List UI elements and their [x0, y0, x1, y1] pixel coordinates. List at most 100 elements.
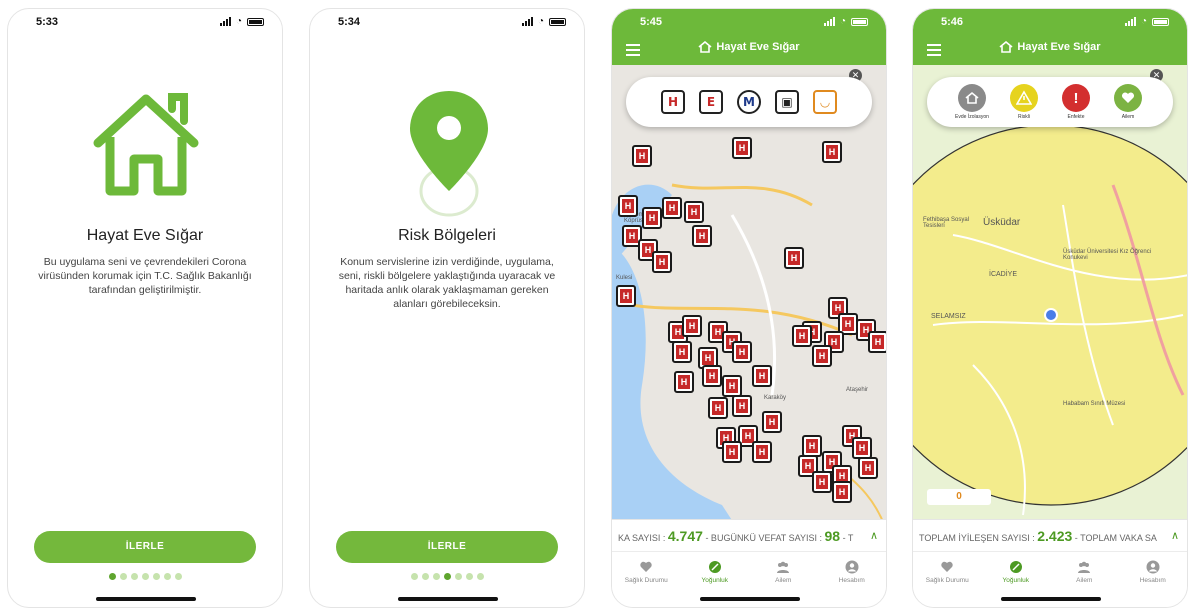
status-time: 5:46: [941, 16, 964, 28]
next-button[interactable]: İLERLE: [336, 531, 558, 563]
bus-icon[interactable]: ▣: [775, 90, 799, 114]
page-dot[interactable]: [163, 573, 171, 580]
hospital-marker-icon[interactable]: [616, 285, 636, 307]
hospital-marker-icon[interactable]: [642, 207, 662, 229]
hospital-marker-icon[interactable]: [662, 197, 682, 219]
map-background: [913, 124, 1187, 516]
page-dot[interactable]: [432, 573, 440, 580]
hospital-marker-icon[interactable]: [722, 375, 742, 397]
next-button[interactable]: İLERLE: [34, 531, 256, 563]
signal-icon: [1124, 17, 1136, 26]
map-label: Ataşehir: [846, 387, 869, 393]
page-title: Hayat Eve Sığar: [86, 227, 204, 244]
user-icon: [845, 560, 859, 574]
risk-map-screen: 5:46 ◔ Hayat Eve Sığar Üsküdar Fethibaşa…: [912, 8, 1188, 608]
hospital-marker-icon[interactable]: [868, 331, 886, 353]
group-icon: [777, 561, 790, 573]
page-indicator[interactable]: [8, 573, 282, 580]
pharmacy-e-icon[interactable]: E: [699, 90, 723, 114]
hospital-marker-icon[interactable]: [732, 341, 752, 363]
ticker-value: 4.747: [667, 528, 703, 544]
hospital-marker-icon[interactable]: [792, 325, 812, 347]
logo-icon: [999, 41, 1013, 53]
hospital-marker-icon[interactable]: [684, 201, 704, 223]
app-title-text: Hayat Eve Sığar: [716, 41, 800, 53]
category-risky[interactable]: Riskli: [1000, 84, 1048, 120]
page-dot[interactable]: [410, 573, 418, 580]
hospital-marker-icon[interactable]: [752, 365, 772, 387]
metro-icon[interactable]: M: [737, 90, 761, 114]
category-label: Enfekte: [1067, 114, 1085, 120]
hospital-marker-icon[interactable]: [692, 225, 712, 247]
page-dot[interactable]: [476, 573, 484, 580]
page-indicator[interactable]: [310, 573, 584, 580]
page-description: Bu uygulama seni ve çevrendekileri Coron…: [38, 256, 252, 296]
category-family[interactable]: Ailem: [1104, 84, 1152, 120]
category-label: Riskli: [1018, 114, 1030, 120]
density-map-screen: 5:45 ◔ Hayat Eve Sığar 15 Temmuz Şehitle…: [611, 8, 887, 608]
hospital-marker-icon[interactable]: [632, 145, 652, 167]
app-header: 5:46 ◔ Hayat Eve Sığar: [913, 9, 1187, 65]
ticker-value: 98: [824, 528, 841, 544]
hospital-marker-icon[interactable]: [762, 411, 782, 433]
stats-ticker: KA SAYISI : 4.747 - BUGÜNKÜ VEFAT SAYISI…: [612, 519, 886, 551]
hospital-marker-icon[interactable]: [722, 441, 742, 463]
hospital-marker-icon[interactable]: [652, 251, 672, 273]
page-dot[interactable]: [119, 573, 127, 580]
hospital-marker-icon[interactable]: [812, 471, 832, 493]
hospital-marker-icon[interactable]: [682, 315, 702, 337]
hospital-marker-icon[interactable]: [732, 137, 752, 159]
category-home-isolation[interactable]: Evde İzolasyon: [948, 84, 996, 120]
tab-health-status[interactable]: Sağlık Durumu: [913, 552, 982, 607]
hospital-icon[interactable]: H: [661, 90, 685, 114]
hospital-marker-icon[interactable]: [708, 397, 728, 419]
house-gear-icon: [958, 84, 986, 112]
counter-value: 0: [956, 491, 962, 502]
signal-icon: [521, 17, 533, 26]
hospital-marker-icon[interactable]: [702, 365, 722, 387]
wifi-icon: ◔: [1140, 16, 1147, 27]
map-view[interactable]: Üsküdar Fethibaşa Sosyal Tesisleri İCADİ…: [913, 65, 1187, 551]
category-infected[interactable]: ! Enfekte: [1052, 84, 1100, 120]
hospital-marker-icon[interactable]: [732, 395, 752, 417]
app-title: Hayat Eve Sığar: [612, 41, 886, 53]
page-dot[interactable]: [130, 573, 138, 580]
hospital-marker-icon[interactable]: [672, 341, 692, 363]
page-dot[interactable]: [174, 573, 182, 580]
hospital-marker-icon[interactable]: [832, 481, 852, 503]
page-dot[interactable]: [141, 573, 149, 580]
page-dot[interactable]: [108, 573, 116, 580]
market-cart-icon[interactable]: ◡: [813, 90, 837, 114]
battery-icon: [549, 17, 566, 26]
hospital-marker-icon[interactable]: [812, 345, 832, 367]
page-dot[interactable]: [454, 573, 462, 580]
page-dot[interactable]: [465, 573, 473, 580]
heart-pulse-icon: [941, 561, 953, 572]
signal-icon: [823, 17, 835, 26]
hospital-marker-icon[interactable]: [618, 195, 638, 217]
hospital-marker-icon[interactable]: [802, 435, 822, 457]
hospital-marker-icon[interactable]: [852, 437, 872, 459]
hospital-marker-icon[interactable]: [674, 371, 694, 393]
page-dot[interactable]: [152, 573, 160, 580]
map-view[interactable]: 15 Temmuz Şehitler Köprüsü Kulesi Karakö…: [612, 65, 886, 551]
heart-pulse-icon: [640, 561, 652, 572]
tab-account[interactable]: Hesabım: [818, 552, 887, 607]
wifi-icon: ◔: [839, 16, 846, 27]
tab-account[interactable]: Hesabım: [1119, 552, 1188, 607]
logo-icon: [698, 41, 712, 53]
hospital-marker-icon[interactable]: [784, 247, 804, 269]
ticker-label: - BUGÜNKÜ VEFAT SAYISI :: [705, 533, 822, 543]
home-indicator: [96, 597, 196, 601]
page-dot[interactable]: [443, 573, 451, 580]
wifi-icon: ◔: [235, 16, 242, 27]
hospital-marker-icon[interactable]: [858, 457, 878, 479]
home-indicator: [398, 597, 498, 601]
tab-health-status[interactable]: Sağlık Durumu: [612, 552, 681, 607]
hospital-marker-icon[interactable]: [822, 141, 842, 163]
chevron-up-icon[interactable]: ∧: [1171, 520, 1179, 551]
chevron-up-icon[interactable]: ∧: [870, 520, 878, 551]
hospital-marker-icon[interactable]: [752, 441, 772, 463]
page-dot[interactable]: [421, 573, 429, 580]
status-time: 5:34: [338, 16, 361, 28]
